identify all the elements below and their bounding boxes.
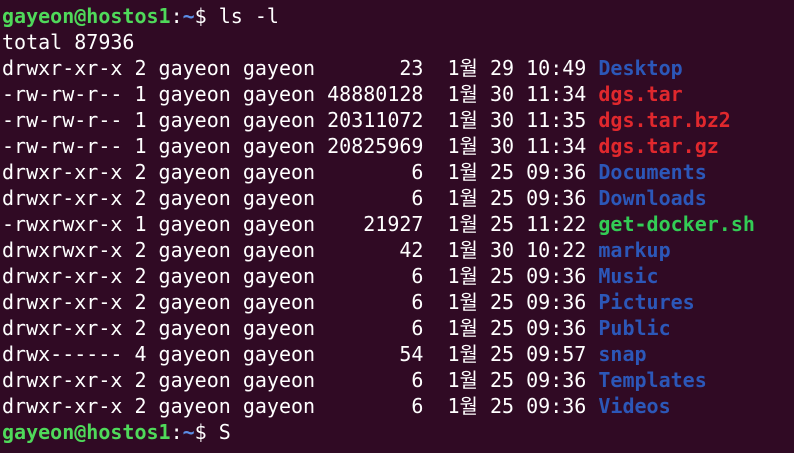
prompt-symbol: $ xyxy=(194,420,207,444)
entry-meta: drwxr-xr-x 2 gayeon gayeon 6 1월 25 09:36 xyxy=(2,290,599,314)
entry-name: Documents xyxy=(598,160,707,184)
list-item: drwxr-xr-x 2 gayeon gayeon 6 1월 25 09:36… xyxy=(2,367,755,393)
entry-meta: -rw-rw-r-- 1 gayeon gayeon 48880128 1월 3… xyxy=(2,82,599,106)
entry-meta: drwx------ 4 gayeon gayeon 54 1월 25 09:5… xyxy=(2,342,599,366)
prompt-path: ~ xyxy=(182,420,195,444)
entry-name: snap xyxy=(598,342,647,366)
list-item: -rwxrwxr-x 1 gayeon gayeon 21927 1월 25 1… xyxy=(2,211,755,237)
list-item: drwxrwxr-x 2 gayeon gayeon 42 1월 30 10:2… xyxy=(2,237,755,263)
entry-meta: drwxr-xr-x 2 gayeon gayeon 6 1월 25 09:36 xyxy=(2,368,599,392)
listing: drwxr-xr-x 2 gayeon gayeon 23 1월 29 10:4… xyxy=(2,55,755,419)
entry-meta: drwxr-xr-x 2 gayeon gayeon 6 1월 25 09:36 xyxy=(2,394,599,418)
entry-name: Public xyxy=(598,316,671,340)
entry-name: Templates xyxy=(598,368,707,392)
terminal-window[interactable]: gayeon@hostos1:~$ ls -l total 87936 drwx… xyxy=(0,0,794,453)
command-line: gayeon@hostos1:~$ ls -l xyxy=(2,3,755,29)
input-text[interactable]: S xyxy=(219,420,231,444)
entry-name: Videos xyxy=(598,394,671,418)
entry-meta: drwxr-xr-x 2 gayeon gayeon 23 1월 29 10:4… xyxy=(2,56,599,80)
total-line: total 87936 xyxy=(2,30,135,54)
list-item: -rw-rw-r-- 1 gayeon gayeon 48880128 1월 3… xyxy=(2,81,755,107)
list-item: drwxr-xr-x 2 gayeon gayeon 6 1월 25 09:36… xyxy=(2,289,755,315)
entry-name: dgs.tar xyxy=(598,82,683,106)
entry-name: dgs.tar.gz xyxy=(598,134,719,158)
list-item: drwx------ 4 gayeon gayeon 54 1월 25 09:5… xyxy=(2,341,755,367)
prompt-user-host: gayeon@hostos1 xyxy=(2,4,171,28)
entry-name: Pictures xyxy=(598,290,695,314)
entry-name: Music xyxy=(598,264,659,288)
command-text: ls -l xyxy=(218,4,279,28)
entry-meta: drwxr-xr-x 2 gayeon gayeon 6 1월 25 09:36 xyxy=(2,264,599,288)
list-item: -rw-rw-r-- 1 gayeon gayeon 20825969 1월 3… xyxy=(2,133,755,159)
list-item: drwxr-xr-x 2 gayeon gayeon 6 1월 25 09:36… xyxy=(2,263,755,289)
list-item: drwxr-xr-x 2 gayeon gayeon 23 1월 29 10:4… xyxy=(2,55,755,81)
entry-meta: -rw-rw-r-- 1 gayeon gayeon 20311072 1월 3… xyxy=(2,108,599,132)
entry-meta: -rw-rw-r-- 1 gayeon gayeon 20825969 1월 3… xyxy=(2,134,599,158)
prompt-symbol: $ xyxy=(194,4,207,28)
entry-name: dgs.tar.bz2 xyxy=(598,108,731,132)
list-item: drwxr-xr-x 2 gayeon gayeon 6 1월 25 09:36… xyxy=(2,159,755,185)
entry-name: Desktop xyxy=(598,56,683,80)
entry-meta: drwxr-xr-x 2 gayeon gayeon 6 1월 25 09:36 xyxy=(2,186,599,210)
entry-meta: drwxr-xr-x 2 gayeon gayeon 6 1월 25 09:36 xyxy=(2,316,599,340)
current-prompt-line[interactable]: gayeon@hostos1:~$ S xyxy=(2,419,755,445)
prompt-path: ~ xyxy=(182,4,195,28)
list-item: drwxr-xr-x 2 gayeon gayeon 6 1월 25 09:36… xyxy=(2,315,755,341)
terminal-output: gayeon@hostos1:~$ ls -l total 87936 drwx… xyxy=(2,3,755,445)
entry-meta: -rwxrwxr-x 1 gayeon gayeon 21927 1월 25 1… xyxy=(2,212,599,236)
entry-name: get-docker.sh xyxy=(598,212,755,236)
prompt-separator: : xyxy=(170,420,183,444)
entry-meta: drwxrwxr-x 2 gayeon gayeon 42 1월 30 10:2… xyxy=(2,238,599,262)
entry-name: markup xyxy=(598,238,671,262)
list-item: drwxr-xr-x 2 gayeon gayeon 6 1월 25 09:36… xyxy=(2,393,755,419)
prompt-separator: : xyxy=(170,4,183,28)
entry-meta: drwxr-xr-x 2 gayeon gayeon 6 1월 25 09:36 xyxy=(2,160,599,184)
list-item: -rw-rw-r-- 1 gayeon gayeon 20311072 1월 3… xyxy=(2,107,755,133)
list-item: drwxr-xr-x 2 gayeon gayeon 6 1월 25 09:36… xyxy=(2,185,755,211)
prompt-user-host: gayeon@hostos1 xyxy=(2,420,171,444)
entry-name: Downloads xyxy=(598,186,707,210)
